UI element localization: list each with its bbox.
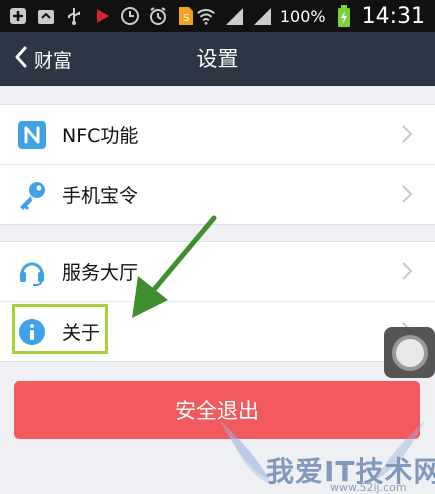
chevron-right-icon bbox=[401, 185, 417, 203]
alarm-icon bbox=[148, 6, 168, 26]
store-icon bbox=[36, 6, 56, 26]
headset-icon bbox=[16, 256, 48, 288]
add-icon bbox=[8, 6, 28, 26]
nav-bar: 财富 设置 bbox=[0, 32, 435, 86]
chevron-right-icon bbox=[401, 125, 417, 143]
settings-group-1: NFC功能 手机宝令 bbox=[0, 104, 435, 225]
settings-item-label: NFC功能 bbox=[62, 125, 139, 147]
highlight-box bbox=[12, 304, 108, 354]
settings-item-label: 服务大厅 bbox=[62, 262, 139, 284]
nfc-icon bbox=[16, 119, 48, 151]
watermark-text: 我爱IT技术网 bbox=[266, 455, 435, 488]
circle-icon bbox=[391, 334, 428, 371]
usb-icon bbox=[64, 6, 84, 26]
status-bar: S 100% 14:31 bbox=[0, 0, 435, 32]
signal-icon-2 bbox=[252, 6, 272, 26]
wifi-icon bbox=[196, 6, 216, 26]
status-time: 14:31 bbox=[361, 3, 425, 29]
svg-text:S: S bbox=[183, 13, 189, 24]
settings-item-nfc[interactable]: NFC功能 bbox=[0, 105, 435, 165]
battery-charging-icon bbox=[334, 5, 354, 27]
settings-item-service-hall[interactable]: 服务大厅 bbox=[0, 242, 435, 302]
document-icon: S bbox=[176, 6, 196, 26]
page-title: 设置 bbox=[196, 47, 239, 71]
settings-item-label: 手机宝令 bbox=[62, 185, 139, 207]
play-icon bbox=[92, 6, 112, 26]
logout-button[interactable]: 安全退出 bbox=[14, 381, 420, 439]
floating-assistive-button[interactable] bbox=[384, 327, 435, 378]
signal-icon bbox=[224, 6, 244, 26]
watermark-url: www.52ij.com bbox=[330, 481, 407, 494]
battery-percent: 100% bbox=[279, 6, 326, 26]
clock-icon bbox=[120, 6, 140, 26]
settings-item-token[interactable]: 手机宝令 bbox=[0, 165, 435, 224]
chevron-right-icon bbox=[401, 262, 417, 280]
key-icon bbox=[16, 179, 48, 211]
